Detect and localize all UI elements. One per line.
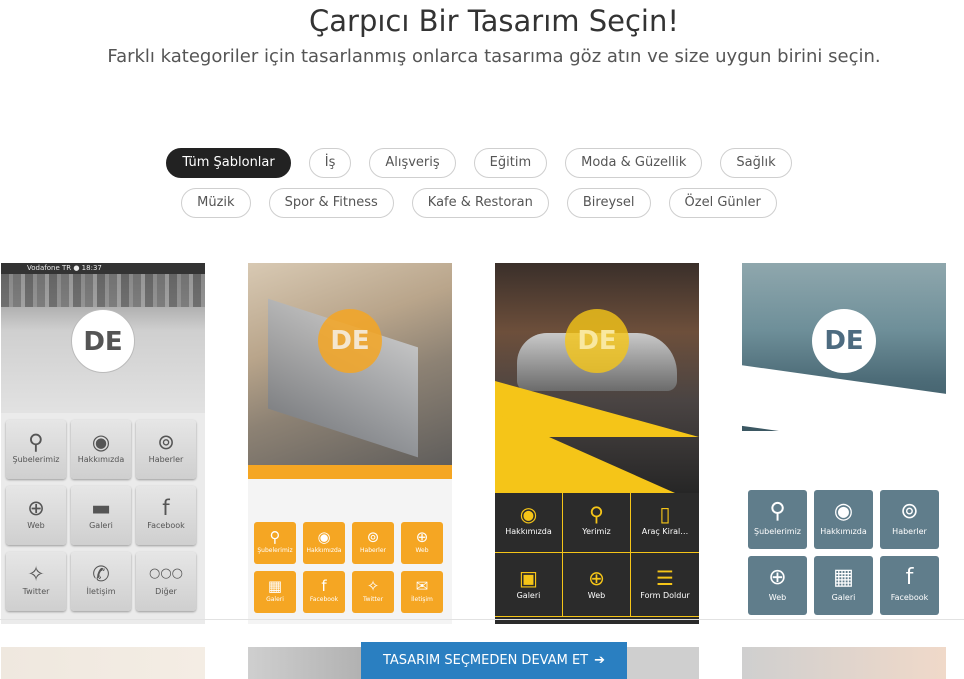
user-icon: ◉ [833,499,854,524]
menu-tile: ▦ Galeri [254,571,296,613]
template-logo: DE [812,309,876,373]
globe-icon: ⊕ [27,496,45,520]
menu-tile: ⚲ Şubelerimiz [748,490,807,549]
map-pin-icon: ⚲ [269,528,281,546]
yellow-stripe [495,413,675,493]
template-logo: DE [565,309,629,373]
mail-icon: ✉ [415,577,429,595]
menu-tile: ○○○ Diğer [136,552,196,611]
rss-icon: ⊚ [366,528,380,546]
menu-tile: f Facebook [303,571,345,613]
menu-tile: ⊚ Haberler [136,420,196,479]
user-icon: ◉ [317,528,331,546]
menu-tile: ⊕ Web [748,556,807,615]
page-subtitle: Farklı kategoriler için tasarlanmış onla… [107,46,881,67]
image-icon: ▣ [519,566,538,590]
filter-music[interactable]: Müzik [181,188,251,218]
template-logo: DE [71,309,135,373]
grid-icon: ▦ [833,565,854,590]
section-divider [0,619,964,620]
menu-tile: ☰ Form Doldur [631,553,699,617]
rss-icon: ⊚ [157,430,175,454]
template-1-menu-grid: ⚲ Şubelerimiz ◉ Hakkımızda ⊚ Haberler ⊕ Web … [6,420,202,618]
menu-tile: ◉ Hakkımızda [495,489,563,553]
menu-tile: ✆ İletişim [71,552,131,611]
user-icon: ◉ [519,502,538,526]
more-icon: ○○○ [148,566,184,581]
city-skyline-image [1,273,205,307]
phone-icon: ✆ [92,562,110,586]
menu-tile: ⊚ Haberler [352,522,394,564]
menu-tile: ◉ Hakkımızda [71,420,131,479]
facebook-icon: f [162,496,170,520]
filter-shopping[interactable]: Alışveriş [369,148,456,178]
filter-business[interactable]: İş [308,148,352,178]
template-2-menu-grid: ⚲ Şubelerimiz ◉ Hakkımızda ⊚ Haberler ⊕ Web … [254,522,450,620]
twitter-icon: ✧ [366,577,380,595]
menu-tile: ⊕ Web [401,522,443,564]
filter-all-templates[interactable]: Tüm Şablonlar [166,148,291,178]
template-card-8-preview[interactable] [742,647,946,679]
map-pin-icon: ⚲ [589,502,604,526]
menu-tile: ◉ Hakkımızda [814,490,873,549]
folder-icon: ▬ [91,496,111,520]
rss-icon: ⊚ [900,499,919,524]
menu-tile: ▬ Galeri [71,486,131,545]
menu-tile: ◉ Hakkımızda [303,522,345,564]
phone-alert-icon: ▯ [659,502,671,526]
category-filters-row-2: Müzik Spor & Fitness Kafe & Restoran Bireys… [0,188,958,218]
filter-sports-fitness[interactable]: Spor & Fitness [268,188,394,218]
filter-health[interactable]: Sağlık [720,148,792,178]
arrow-right-icon: ➔ [594,653,606,668]
menu-tile: ⊕ Web [6,486,66,545]
map-pin-icon: ⚲ [769,499,786,524]
menu-tile: ⚲ Şubelerimiz [6,420,66,479]
filter-special-days[interactable]: Özel Günler [668,188,777,218]
form-icon: ☰ [656,566,674,590]
template-card-3[interactable]: DE ◉ Hakkımızda ⚲ Yerimiz ▯ Araç Kiral… ▣ Ga… [495,263,699,624]
menu-tile: ⚲ Şubelerimiz [254,522,296,564]
continue-button-label: TASARIM SEÇMEDEN DEVAM ET [382,653,589,668]
template-card-4[interactable]: DE ⚲ Şubelerimiz ◉ Hakkımızda ⊚ Haberler ⊕ W… [742,263,946,624]
phone-status-bar: Vodafone TR ● 18:37 [1,263,205,274]
continue-without-template-button[interactable]: TASARIM SEÇMEDEN DEVAM ET ➔ [361,642,627,679]
filter-cafe-restaurant[interactable]: Kafe & Restoran [411,188,549,218]
grid-icon: ▦ [267,577,283,595]
template-3-menu-grid: ◉ Hakkımızda ⚲ Yerimiz ▯ Araç Kiral… ▣ Galer… [495,489,699,617]
orange-accent-bar [248,465,452,479]
menu-tile: ▣ Galeri [495,553,563,617]
globe-icon: ⊕ [768,565,787,590]
facebook-icon: f [321,577,327,595]
category-filters-row-1: Tüm Şablonlar İş Alışveriş Eğitim Moda & Güz… [0,148,958,178]
template-card-1[interactable]: Vodafone TR ● 18:37 DE ⚲ Şubelerimiz ◉ Hak… [1,263,205,624]
template-logo: DE [318,309,382,373]
facebook-icon: f [905,565,914,590]
menu-tile: ✉ İletişim [401,571,443,613]
filter-personal[interactable]: Bireysel [566,188,651,218]
menu-tile: ✧ Twitter [6,552,66,611]
twitter-icon: ✧ [27,562,45,586]
menu-tile: ⚲ Yerimiz [563,489,631,553]
template-4-menu-grid: ⚲ Şubelerimiz ◉ Hakkımızda ⊚ Haberler ⊕ Web … [748,490,946,622]
map-pin-icon: ⚲ [28,430,44,454]
globe-icon: ⊕ [415,528,429,546]
template-card-5-preview[interactable] [1,647,205,679]
menu-tile: ✧ Twitter [352,571,394,613]
page-title: Çarpıcı Bir Tasarım Seçin! [309,4,679,38]
globe-icon: ⊕ [588,566,605,590]
menu-tile: f Facebook [136,486,196,545]
menu-tile: ▯ Araç Kiral… [631,489,699,553]
menu-tile: f Facebook [880,556,939,615]
menu-tile: ⊚ Haberler [880,490,939,549]
menu-tile: ⊕ Web [563,553,631,617]
menu-tile: ▦ Galeri [814,556,873,615]
filter-fashion-beauty[interactable]: Moda & Güzellik [565,148,703,178]
user-icon: ◉ [91,430,111,454]
template-card-2[interactable]: DE ⚲ Şubelerimiz ◉ Hakkımızda ⊚ Haberler ⊕ W… [248,263,452,624]
filter-education[interactable]: Eğitim [473,148,548,178]
